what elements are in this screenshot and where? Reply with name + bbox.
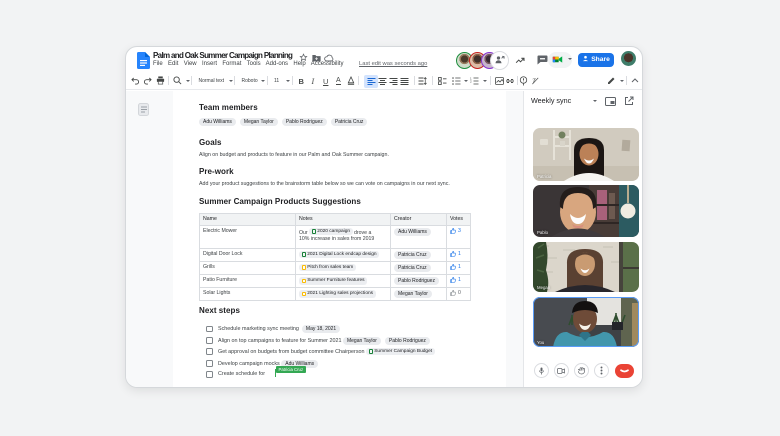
svg-text:2: 2 (470, 80, 472, 84)
